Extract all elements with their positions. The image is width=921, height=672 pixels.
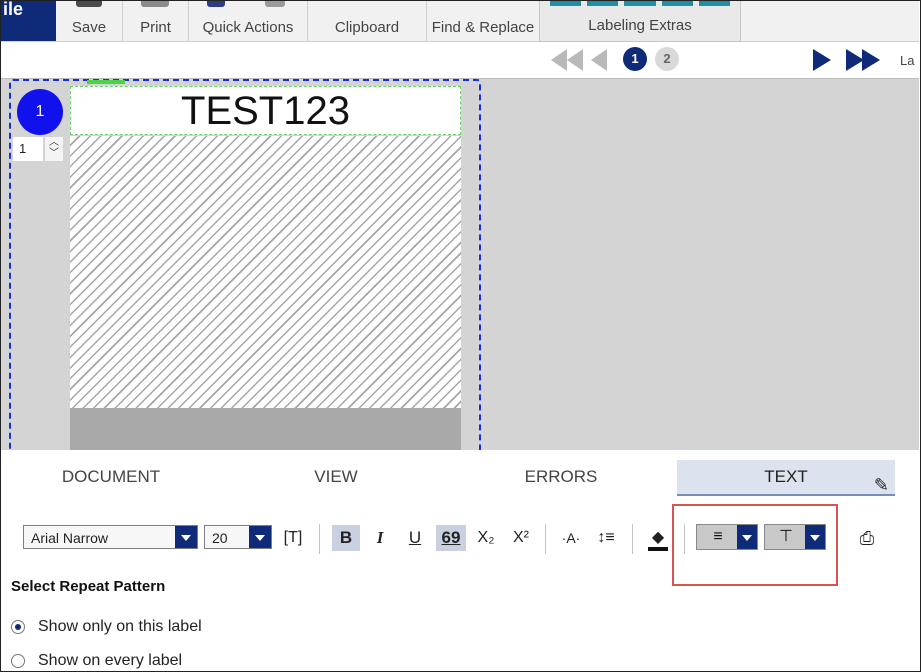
find-replace-label: Find & Replace [431, 19, 535, 36]
quick-action-icon-2 [265, 1, 285, 7]
underline-button[interactable]: U [401, 525, 429, 551]
radio-unselected[interactable] [11, 654, 25, 668]
ribbon: ile Save Print Quick Actions Clipboard F… [1, 0, 919, 42]
font-size-dropdown[interactable]: 20 [204, 525, 272, 549]
save-button[interactable]: Save [56, 1, 123, 41]
tab-text-label: TEXT [764, 467, 808, 486]
file-menu-button[interactable]: ile [1, 0, 56, 41]
print-button[interactable]: Print [123, 1, 189, 41]
label-panel-label: La [900, 53, 915, 68]
page-navigation-bar: 1 2 La [1, 42, 919, 79]
repeat-option-label: Show on every label [38, 652, 183, 669]
tab-view[interactable]: VIEW [226, 460, 446, 494]
label-tail-area [70, 408, 461, 450]
unprintable-area [70, 136, 461, 408]
last-page-icon-2[interactable] [862, 49, 880, 71]
annotation-highlight-box [672, 504, 838, 586]
autofit-text-icon[interactable]: [T] [279, 525, 307, 551]
tab-errors[interactable]: ERRORS [451, 460, 671, 494]
text-object[interactable]: TEST123 [70, 86, 461, 135]
save-icon [76, 1, 102, 7]
pencil-icon[interactable]: ✎ [874, 468, 889, 502]
first-page-icon[interactable] [551, 49, 567, 71]
copies-stepper[interactable]: ︿ ﹀ [45, 137, 63, 161]
divider [545, 524, 546, 554]
line-spacing-icon[interactable]: ↕≡ [592, 525, 620, 551]
save-label: Save [71, 19, 107, 36]
fill-color-icon[interactable]: ◆ [644, 525, 672, 551]
font-family-value: Arial Narrow [31, 530, 109, 546]
quick-actions-label: Quick Actions [202, 19, 294, 36]
find-replace-button[interactable]: Find & Replace [427, 1, 539, 41]
divider [319, 524, 320, 554]
labeling-extras-icons [550, 1, 731, 6]
labeling-extras-tab[interactable]: Labeling Extras [539, 1, 741, 42]
italic-button[interactable]: I [366, 525, 394, 551]
label-number-badge: 1 [17, 89, 63, 135]
tab-text[interactable]: TEXT ✎ [677, 460, 895, 496]
label-canvas[interactable]: 1 1 ︿ ﹀ TEST123 [1, 79, 919, 450]
subscript-button[interactable]: X₂ [472, 525, 500, 551]
chevron-down-icon[interactable] [175, 526, 197, 548]
tab-document[interactable]: DOCUMENT [1, 460, 221, 494]
selection-marker [87, 80, 125, 84]
clipboard-button[interactable]: Clipboard [308, 1, 427, 41]
font-family-dropdown[interactable]: Arial Narrow [23, 525, 198, 549]
labeling-extras-label: Labeling Extras [588, 17, 692, 34]
chevron-down-icon[interactable] [249, 526, 271, 548]
font-size-value: 20 [212, 530, 228, 546]
bold-button[interactable]: B [332, 525, 360, 551]
barcode-text-button[interactable]: 69 [436, 525, 466, 551]
character-spacing-icon[interactable]: ·A· [557, 525, 585, 551]
divider [632, 524, 633, 554]
first-page-icon-2[interactable] [567, 49, 583, 71]
printer-icon [141, 1, 169, 7]
printer-icon[interactable]: ⎙ [853, 525, 881, 551]
previous-page-icon[interactable] [591, 49, 607, 71]
page-2-button[interactable]: 2 [655, 47, 679, 71]
repeat-pattern-heading: Select Repeat Pattern [11, 578, 166, 595]
file-menu-label: ile [3, 0, 24, 19]
quick-action-icon [207, 1, 225, 7]
radio-selected[interactable] [11, 620, 25, 634]
repeat-option-label: Show only on this label [38, 618, 202, 635]
clipboard-label: Clipboard [334, 19, 400, 36]
next-page-icon[interactable] [813, 49, 831, 71]
print-label: Print [140, 19, 171, 36]
page-1-button[interactable]: 1 [623, 47, 647, 71]
superscript-button[interactable]: X² [507, 525, 535, 551]
quick-actions-button[interactable]: Quick Actions [189, 1, 308, 41]
properties-tabs: DOCUMENT VIEW ERRORS TEXT ✎ [1, 450, 919, 500]
copies-input[interactable]: 1 [13, 137, 43, 161]
